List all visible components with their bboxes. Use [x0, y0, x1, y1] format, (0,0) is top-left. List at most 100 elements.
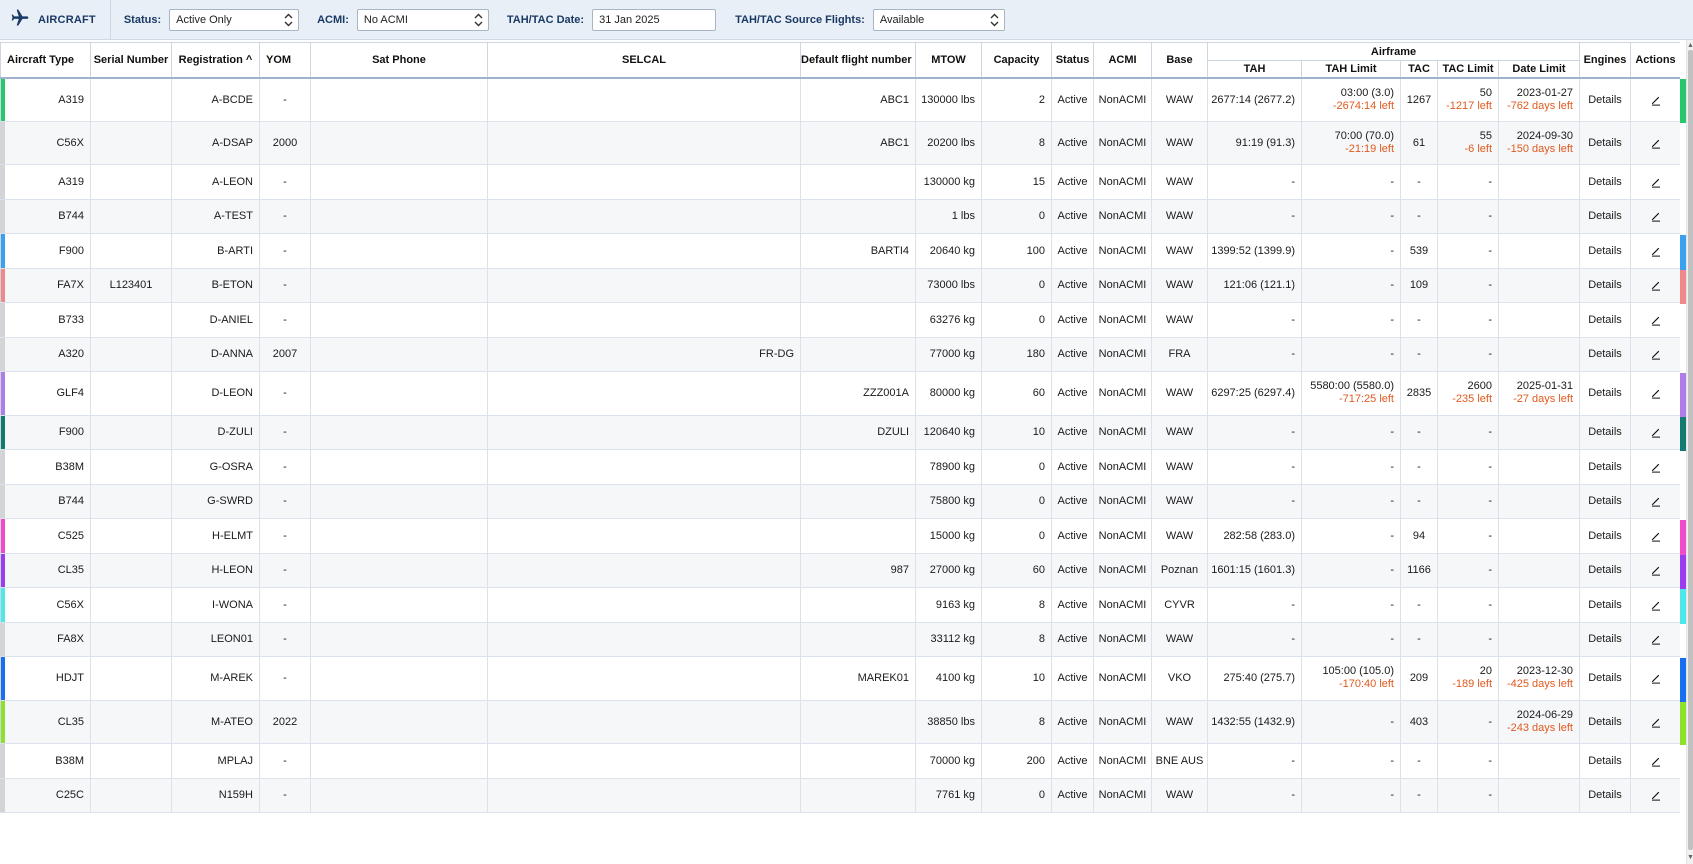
details-link[interactable]: Details	[1588, 716, 1622, 728]
table-row[interactable]: GLF4 D-LEON - ZZZ001A 80000 kg 60 Active NonACM…	[0, 371, 1680, 416]
edit-pencil-icon[interactable]	[1650, 426, 1662, 438]
details-link[interactable]: Details	[1588, 245, 1622, 257]
details-link[interactable]: Details	[1588, 314, 1622, 326]
details-link[interactable]: Details	[1588, 530, 1622, 542]
table-row[interactable]: B744 G-SWRD - 75800 kg 0 Active NonACMI WAW - - - -…	[0, 483, 1680, 519]
table-row[interactable]: F900 B-ARTI - BARTI4 20640 kg 100 Active NonACM…	[0, 233, 1680, 269]
details-link[interactable]: Details	[1588, 599, 1622, 611]
table-row[interactable]: B38M G-OSRA - 78900 kg 0 Active NonACMI WAW - - - -…	[0, 449, 1680, 485]
edit-pencil-icon[interactable]	[1650, 564, 1662, 576]
details-link[interactable]: Details	[1588, 755, 1622, 767]
status-select[interactable]: Active Only	[169, 8, 300, 31]
edit-pencil-icon[interactable]	[1650, 94, 1662, 106]
cell-engines[interactable]: Details	[1579, 656, 1631, 701]
col-capacity[interactable]: Capacity	[981, 42, 1052, 79]
cell-engines[interactable]: Details	[1579, 483, 1631, 519]
cell-engines[interactable]: Details	[1579, 621, 1631, 657]
cell-engines[interactable]: Details	[1579, 518, 1631, 554]
table-row[interactable]: A319 A-BCDE - ABC1 130000 lbs 2 Active NonACMI W…	[0, 77, 1680, 122]
edit-pencil-icon[interactable]	[1650, 210, 1662, 222]
cell-engines[interactable]: Details	[1579, 699, 1631, 744]
cell-engines[interactable]: Details	[1579, 552, 1631, 588]
table-row[interactable]: FA7X L123401 B-ETON - 73000 lbs 0 Active NonACM…	[0, 267, 1680, 303]
cell-actions[interactable]	[1630, 164, 1680, 200]
cell-engines[interactable]: Details	[1579, 777, 1631, 813]
table-row[interactable]: CL35 H-LEON - 987 27000 kg 60 Active NonACMI Poz…	[0, 552, 1680, 588]
cell-actions[interactable]	[1630, 449, 1680, 485]
col-tah[interactable]: TAH	[1207, 60, 1302, 79]
col-registration[interactable]: Registration ^	[171, 42, 260, 79]
source-flights-select[interactable]: Available	[872, 8, 1005, 31]
details-link[interactable]: Details	[1588, 387, 1622, 399]
details-link[interactable]: Details	[1588, 176, 1622, 188]
edit-pencil-icon[interactable]	[1650, 348, 1662, 360]
cell-engines[interactable]: Details	[1579, 414, 1631, 450]
edit-pencil-icon[interactable]	[1650, 387, 1662, 399]
details-link[interactable]: Details	[1588, 789, 1622, 801]
edit-pencil-icon[interactable]	[1650, 672, 1662, 684]
cell-actions[interactable]	[1630, 743, 1680, 779]
cell-engines[interactable]: Details	[1579, 587, 1631, 623]
edit-pencil-icon[interactable]	[1650, 755, 1662, 767]
cell-actions[interactable]	[1630, 414, 1680, 450]
table-row[interactable]: C525 H-ELMT - 15000 kg 0 Active NonACMI WAW 282:…	[0, 518, 1680, 554]
edit-pencil-icon[interactable]	[1650, 530, 1662, 542]
cell-engines[interactable]: Details	[1579, 743, 1631, 779]
table-row[interactable]: C25C N159H - 7761 kg 0 Active NonACMI WAW - - - - De…	[0, 777, 1680, 813]
details-link[interactable]: Details	[1588, 633, 1622, 645]
edit-pencil-icon[interactable]	[1650, 176, 1662, 188]
col-mtow[interactable]: MTOW	[915, 42, 982, 79]
table-row[interactable]: A320 D-ANNA 2007 FR-DG 77000 kg 180 Active NonA…	[0, 336, 1680, 372]
cell-engines[interactable]: Details	[1579, 233, 1631, 269]
edit-pencil-icon[interactable]	[1650, 495, 1662, 507]
col-date-limit[interactable]: Date Limit	[1498, 60, 1580, 79]
col-selcal[interactable]: SELCAL	[487, 42, 801, 79]
table-row[interactable]: B733 D-ANIEL - 63276 kg 0 Active NonACMI WAW - - -…	[0, 302, 1680, 338]
cell-actions[interactable]	[1630, 777, 1680, 813]
cell-actions[interactable]	[1630, 198, 1680, 234]
col-default-flight-number[interactable]: Default flight number	[800, 42, 916, 79]
scroll-up-icon[interactable]: ▲	[1687, 42, 1693, 50]
scroll-down-icon[interactable]: ▼	[1687, 854, 1693, 862]
cell-actions[interactable]	[1630, 699, 1680, 744]
cell-actions[interactable]	[1630, 77, 1680, 122]
cell-actions[interactable]	[1630, 302, 1680, 338]
edit-pencil-icon[interactable]	[1650, 789, 1662, 801]
edit-pencil-icon[interactable]	[1650, 137, 1662, 149]
cell-actions[interactable]	[1630, 371, 1680, 416]
cell-engines[interactable]: Details	[1579, 120, 1631, 165]
details-link[interactable]: Details	[1588, 348, 1622, 360]
cell-actions[interactable]	[1630, 621, 1680, 657]
table-row[interactable]: C56X A-DSAP 2000 ABC1 20200 lbs 8 Active NonACM…	[0, 120, 1680, 165]
details-link[interactable]: Details	[1588, 279, 1622, 291]
cell-actions[interactable]	[1630, 120, 1680, 165]
cell-engines[interactable]: Details	[1579, 267, 1631, 303]
col-serial-number[interactable]: Serial Number	[90, 42, 172, 79]
col-yom[interactable]: YOM	[259, 42, 311, 79]
tah-tac-date-input[interactable]: 31 Jan 2025	[592, 8, 717, 31]
scrollbar-thumb[interactable]	[1688, 50, 1693, 850]
col-base[interactable]: Base	[1151, 42, 1208, 79]
table-row[interactable]: F900 D-ZULI - DZULI 120640 kg 10 Active NonACMI…	[0, 414, 1680, 450]
details-link[interactable]: Details	[1588, 461, 1622, 473]
cell-engines[interactable]: Details	[1579, 198, 1631, 234]
edit-pencil-icon[interactable]	[1650, 314, 1662, 326]
cell-actions[interactable]	[1630, 233, 1680, 269]
edit-pencil-icon[interactable]	[1650, 633, 1662, 645]
cell-engines[interactable]: Details	[1579, 449, 1631, 485]
vertical-scrollbar[interactable]: ▲ ▼	[1686, 40, 1693, 864]
cell-engines[interactable]: Details	[1579, 164, 1631, 200]
table-row[interactable]: B744 A-TEST - 1 lbs 0 Active NonACMI WAW - - - - Det…	[0, 198, 1680, 234]
details-link[interactable]: Details	[1588, 137, 1622, 149]
col-status[interactable]: Status	[1051, 42, 1094, 79]
cell-engines[interactable]: Details	[1579, 336, 1631, 372]
edit-pencil-icon[interactable]	[1650, 279, 1662, 291]
details-link[interactable]: Details	[1588, 210, 1622, 222]
edit-pencil-icon[interactable]	[1650, 461, 1662, 473]
col-tac[interactable]: TAC	[1400, 60, 1438, 79]
details-link[interactable]: Details	[1588, 564, 1622, 576]
cell-actions[interactable]	[1630, 518, 1680, 554]
col-tac-limit[interactable]: TAC Limit	[1437, 60, 1499, 79]
cell-actions[interactable]	[1630, 267, 1680, 303]
col-acmi[interactable]: ACMI	[1093, 42, 1152, 79]
